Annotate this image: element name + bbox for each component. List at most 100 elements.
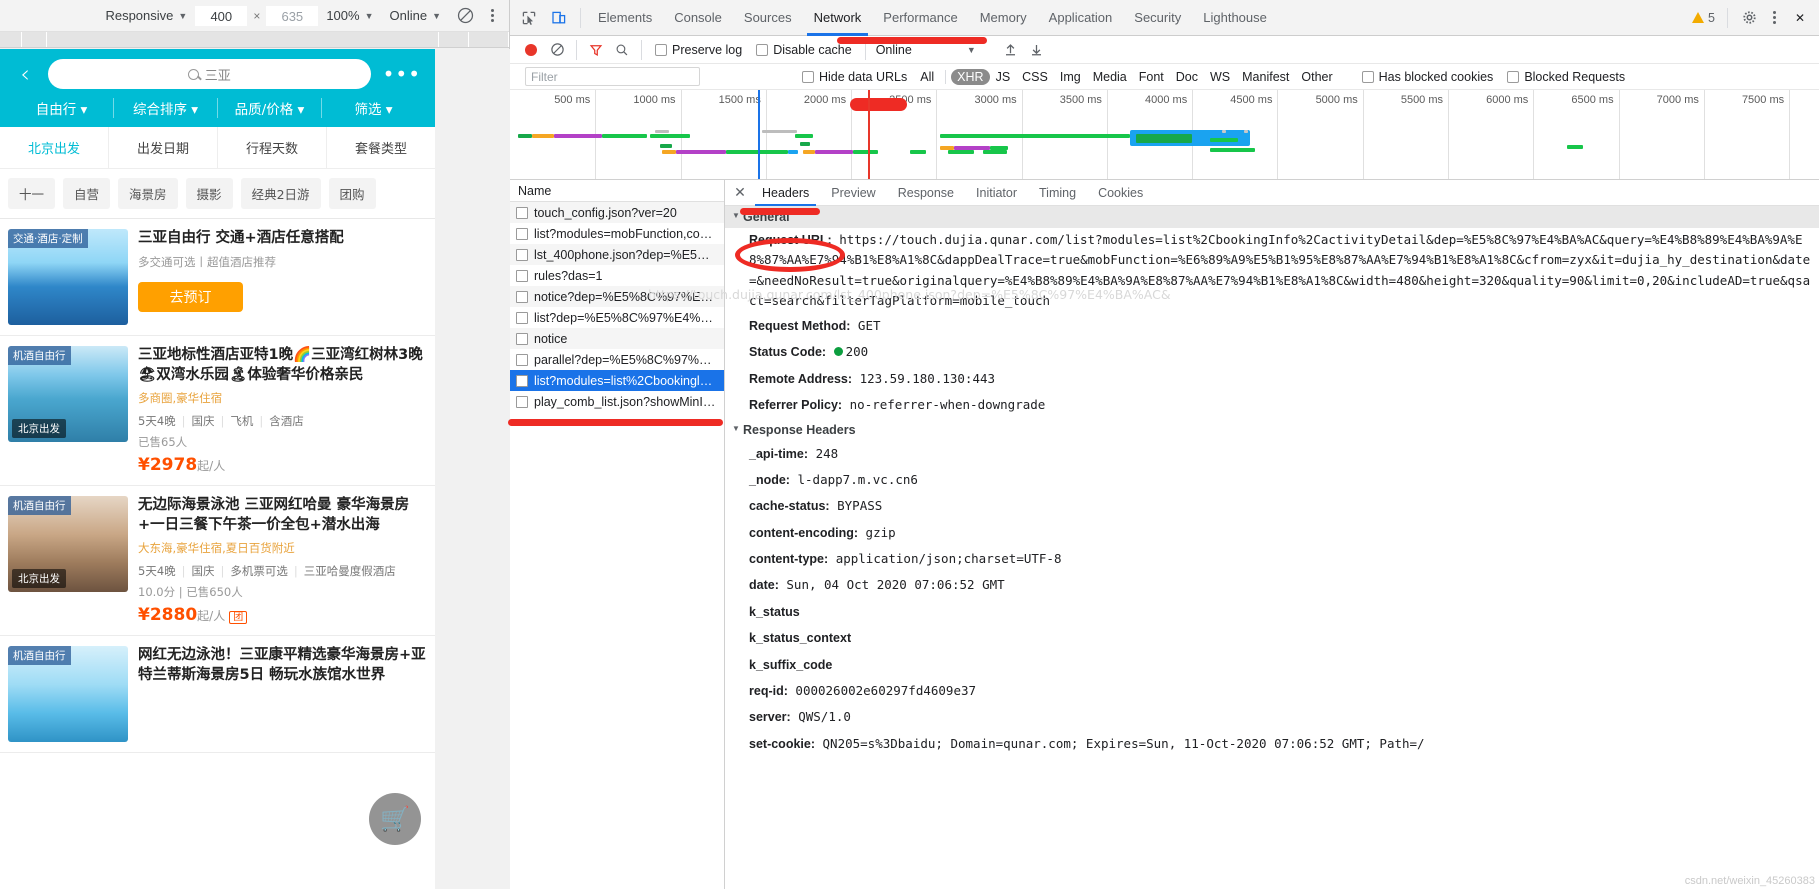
- device-select[interactable]: Responsive ▼: [97, 8, 195, 23]
- filter-type-media[interactable]: Media: [1087, 69, 1133, 85]
- book-button[interactable]: 去预订: [138, 281, 243, 312]
- detail-tab-headers[interactable]: Headers: [751, 180, 820, 206]
- request-row-checkbox[interactable]: [516, 374, 528, 387]
- filter-type-xhr[interactable]: XHR: [951, 68, 990, 85]
- tab-memory[interactable]: Memory: [969, 0, 1038, 36]
- back-chevron-icon[interactable]: ‹: [10, 59, 40, 89]
- tab-security[interactable]: Security: [1123, 0, 1192, 36]
- detail-tab-response[interactable]: Response: [887, 180, 965, 206]
- filter-funnel-icon[interactable]: [583, 38, 609, 62]
- request-row-checkbox[interactable]: [516, 311, 528, 324]
- rotate-icon[interactable]: [449, 7, 482, 24]
- tag-item[interactable]: 自营: [63, 178, 111, 209]
- filter-type-doc[interactable]: Doc: [1170, 69, 1204, 85]
- detail-tab-cookies[interactable]: Cookies: [1087, 180, 1154, 206]
- filter-type-ws[interactable]: WS: [1204, 69, 1236, 85]
- ellipsis-icon[interactable]: •••: [379, 62, 425, 86]
- device-more-options-button[interactable]: [482, 9, 503, 22]
- request-row[interactable]: touch_config.json?ver=20: [510, 202, 724, 223]
- request-row[interactable]: lst_400phone.json?dep=%E5%…: [510, 244, 724, 265]
- close-icon[interactable]: ✕: [1787, 6, 1813, 30]
- tab-console[interactable]: Console: [663, 0, 733, 36]
- record-button-icon[interactable]: [518, 38, 544, 62]
- filter-type-other[interactable]: Other: [1295, 69, 1338, 85]
- filter-input[interactable]: Filter: [525, 67, 700, 86]
- search-input[interactable]: 三亚: [48, 59, 371, 89]
- detail-tab-timing[interactable]: Timing: [1028, 180, 1087, 206]
- filter-tab-3[interactable]: 筛选 ▾: [322, 98, 425, 118]
- filter-tab-2[interactable]: 品质/价格 ▾: [218, 98, 322, 118]
- subfilter-departure[interactable]: 北京出发: [0, 127, 109, 168]
- devtools-more-options-button[interactable]: [1764, 11, 1785, 24]
- tag-item[interactable]: 经典2日游: [240, 178, 321, 209]
- filter-tab-0[interactable]: 自由行 ▾: [10, 98, 114, 118]
- request-row-checkbox[interactable]: [516, 395, 528, 408]
- tab-application[interactable]: Application: [1038, 0, 1124, 36]
- request-row[interactable]: rules?das=1: [510, 265, 724, 286]
- device-width-input[interactable]: 400: [195, 5, 248, 26]
- request-row-checkbox[interactable]: [516, 290, 528, 303]
- network-overview-timeline[interactable]: 500 ms 1000 ms 1500 ms 2000 ms 2500 ms 3000 m…: [510, 90, 1819, 180]
- filter-type-manifest[interactable]: Manifest: [1236, 69, 1295, 85]
- detail-tab-initiator[interactable]: Initiator: [965, 180, 1028, 206]
- hide-data-urls-checkbox[interactable]: Hide data URLs: [795, 70, 914, 84]
- network-throttle-select[interactable]: Online ▼: [382, 8, 450, 23]
- zoom-select[interactable]: 100% ▼: [318, 8, 381, 23]
- tab-elements[interactable]: Elements: [587, 0, 663, 36]
- request-row[interactable]: list?dep=%E5%8C%97%E4%B…: [510, 307, 724, 328]
- request-row-checkbox[interactable]: [516, 332, 528, 345]
- has-blocked-cookies-checkbox[interactable]: Has blocked cookies: [1355, 70, 1501, 84]
- tag-item[interactable]: 团购: [328, 178, 376, 209]
- warning-counter[interactable]: 5: [1692, 11, 1721, 25]
- tag-item[interactable]: 海景房: [118, 178, 178, 209]
- blocked-requests-checkbox[interactable]: Blocked Requests: [1500, 70, 1632, 84]
- request-list-rows[interactable]: touch_config.json?ver=20 list?modules=mob…: [510, 202, 724, 889]
- tab-performance[interactable]: Performance: [872, 0, 968, 36]
- subfilter-package[interactable]: 套餐类型: [327, 127, 435, 168]
- request-url-value[interactable]: https://touch.dujia.qunar.com/list?modul…: [749, 232, 1810, 308]
- general-section-header[interactable]: ▼ General: [725, 206, 1819, 228]
- filter-type-css[interactable]: CSS: [1016, 69, 1054, 85]
- detail-tab-preview[interactable]: Preview: [820, 180, 886, 206]
- tab-sources[interactable]: Sources: [733, 0, 803, 36]
- tag-item[interactable]: 摄影: [185, 178, 233, 209]
- close-icon[interactable]: ✕: [729, 184, 751, 201]
- request-row[interactable]: list?modules=list%2Cbookingl…: [510, 370, 724, 391]
- subfilter-date[interactable]: 出发日期: [109, 127, 218, 168]
- search-icon[interactable]: [609, 38, 635, 62]
- throttling-select[interactable]: Online: [872, 43, 912, 57]
- request-row[interactable]: notice: [510, 328, 724, 349]
- response-headers-section-header[interactable]: ▼ Response Headers: [725, 418, 1819, 441]
- filter-type-font[interactable]: Font: [1133, 69, 1170, 85]
- list-item[interactable]: 机酒自由行 北京出发 三亚地标性酒店亚特1晚🌈三亚湾红树林3晚🏖双湾水乐园🏝体验…: [0, 336, 435, 487]
- subfilter-days[interactable]: 行程天数: [218, 127, 327, 168]
- request-row[interactable]: notice?dep=%E5%8C%97%E4…: [510, 286, 724, 307]
- import-har-icon[interactable]: [998, 38, 1024, 62]
- gear-icon[interactable]: [1736, 6, 1762, 30]
- tab-network[interactable]: Network: [803, 0, 873, 36]
- request-row[interactable]: list?modules=mobFunction,co…: [510, 223, 724, 244]
- clear-network-icon[interactable]: [544, 38, 570, 62]
- export-har-icon[interactable]: [1024, 38, 1050, 62]
- list-item[interactable]: 机酒自由行 网红无边泳池！三亚康平精选豪华海景房+亚特兰蒂斯海景房5日 畅玩水族…: [0, 636, 435, 754]
- request-row-checkbox[interactable]: [516, 206, 528, 219]
- request-row-checkbox[interactable]: [516, 227, 528, 240]
- request-row-checkbox[interactable]: [516, 353, 528, 366]
- disable-cache-checkbox[interactable]: Disable cache: [749, 43, 859, 57]
- preserve-log-checkbox[interactable]: Preserve log: [648, 43, 749, 57]
- request-row-checkbox[interactable]: [516, 269, 528, 282]
- chevron-down-icon[interactable]: ▼: [967, 45, 976, 55]
- request-row-checkbox[interactable]: [516, 248, 528, 261]
- tag-item[interactable]: 十一: [8, 178, 56, 209]
- filter-tab-1[interactable]: 综合排序 ▾: [114, 98, 218, 118]
- filter-type-all[interactable]: All: [914, 69, 940, 85]
- inspect-element-icon[interactable]: [516, 6, 542, 30]
- device-height-input[interactable]: 635: [266, 5, 319, 26]
- list-item[interactable]: 交通·酒店·定制 三亚自由行 交通+酒店任意搭配 多交通可选丨超值酒店推荐 去预…: [0, 219, 435, 336]
- device-toolbar-icon[interactable]: [546, 6, 572, 30]
- tab-lighthouse[interactable]: Lighthouse: [1192, 0, 1278, 36]
- shopping-cart-icon[interactable]: 🛒: [369, 793, 421, 845]
- filter-type-js[interactable]: JS: [990, 69, 1017, 85]
- filter-type-img[interactable]: Img: [1054, 69, 1087, 85]
- request-list-header[interactable]: Name: [510, 180, 724, 202]
